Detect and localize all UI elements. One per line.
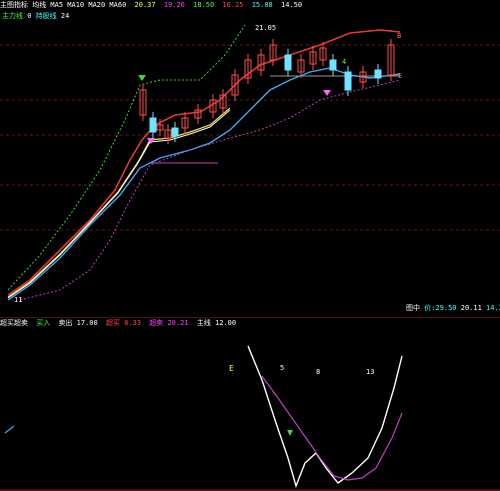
indicator-panel[interactable]: 超买超卖 买入 卖出 17.00 超买 8.33 超卖 20.21 主线 12.… bbox=[0, 318, 500, 491]
subheader-hold-value: 24 bbox=[60, 12, 70, 20]
ma-blue-line bbox=[7, 67, 401, 301]
price-header: 主图指标 均线 MA5 MA10 MA20 MA60 20.37 19.26 1… bbox=[0, 0, 500, 10]
ind-header-name: 超买超卖 bbox=[0, 319, 28, 327]
indicator-green-arrow-icon bbox=[287, 430, 293, 436]
price-chart-panel[interactable]: 主图指标 均线 MA5 MA10 MA20 MA60 20.37 19.26 1… bbox=[0, 0, 500, 318]
footer-val2: 14.29 bbox=[486, 304, 500, 312]
candle-body-18 bbox=[344, 71, 352, 91]
price-header-val5: 15.08 bbox=[251, 1, 273, 9]
ind-label-e: E bbox=[229, 364, 234, 373]
subheader-hold-label: 持股线 bbox=[35, 12, 57, 20]
candle-body-20 bbox=[374, 69, 382, 79]
ma-magenta-dotted bbox=[19, 79, 401, 301]
right-e-mark: E bbox=[398, 72, 403, 80]
candle-body-17 bbox=[329, 59, 337, 71]
price-header-ma5: 20.37 bbox=[134, 1, 156, 9]
ma-green-dotted bbox=[7, 24, 246, 291]
price-chart-canvas[interactable] bbox=[0, 0, 500, 318]
subheader-main-label: 主力线 bbox=[2, 12, 23, 20]
footer-price: 价:29.50 bbox=[424, 304, 457, 312]
price-header-ma10: 19.26 bbox=[163, 1, 185, 9]
price-subheader: 主力线 0 持股线 24 bbox=[2, 12, 69, 21]
price-header-title: 主图指标 均线 MA5 MA10 MA20 MA60 bbox=[0, 1, 127, 9]
price-header-ma20: 18.50 bbox=[193, 1, 215, 9]
subheader-main-value: 0 bbox=[27, 12, 32, 20]
ind-header-mainline: 主线 12.00 bbox=[196, 319, 237, 327]
indicator-small-cyan-mark bbox=[4, 425, 15, 434]
ind-label-5: 5 bbox=[280, 364, 285, 372]
footer-val1: 20.11 bbox=[460, 304, 482, 312]
signal-arrow-icon-2 bbox=[323, 90, 331, 96]
low-value-label: 11 bbox=[14, 296, 23, 304]
candle-body-1 bbox=[149, 117, 157, 133]
ind-label-13: 13 bbox=[366, 368, 375, 376]
price-header-ma60: 16.25 bbox=[222, 1, 244, 9]
ind-header-overbought: 超买 8.33 bbox=[105, 319, 142, 327]
green-mark: 4 bbox=[342, 58, 347, 66]
buy-arrow-icon bbox=[138, 75, 146, 81]
ind-header-oversold: 超卖 20.21 bbox=[149, 319, 189, 327]
price-header-val6: 14.50 bbox=[281, 1, 303, 9]
indicator-canvas[interactable] bbox=[0, 318, 500, 491]
axis-right-mark: B bbox=[397, 32, 402, 40]
ind-header-sell: 卖出 17.00 bbox=[58, 319, 98, 327]
peak-value-label: 21.05 bbox=[255, 24, 277, 32]
ind-header-buy: 买入 bbox=[36, 319, 51, 327]
footer-label: 图中 bbox=[406, 304, 420, 312]
ind-label-8: 8 bbox=[316, 368, 321, 376]
indicator-magenta-line bbox=[261, 375, 403, 481]
price-footer: 图中 价:29.50 20.11 14.29 bbox=[406, 304, 500, 313]
candle-body-13 bbox=[284, 54, 292, 71]
indicator-header: 超买超卖 买入 卖出 17.00 超买 8.33 超卖 20.21 主线 12.… bbox=[0, 318, 500, 328]
candle-body-4 bbox=[171, 127, 179, 137]
